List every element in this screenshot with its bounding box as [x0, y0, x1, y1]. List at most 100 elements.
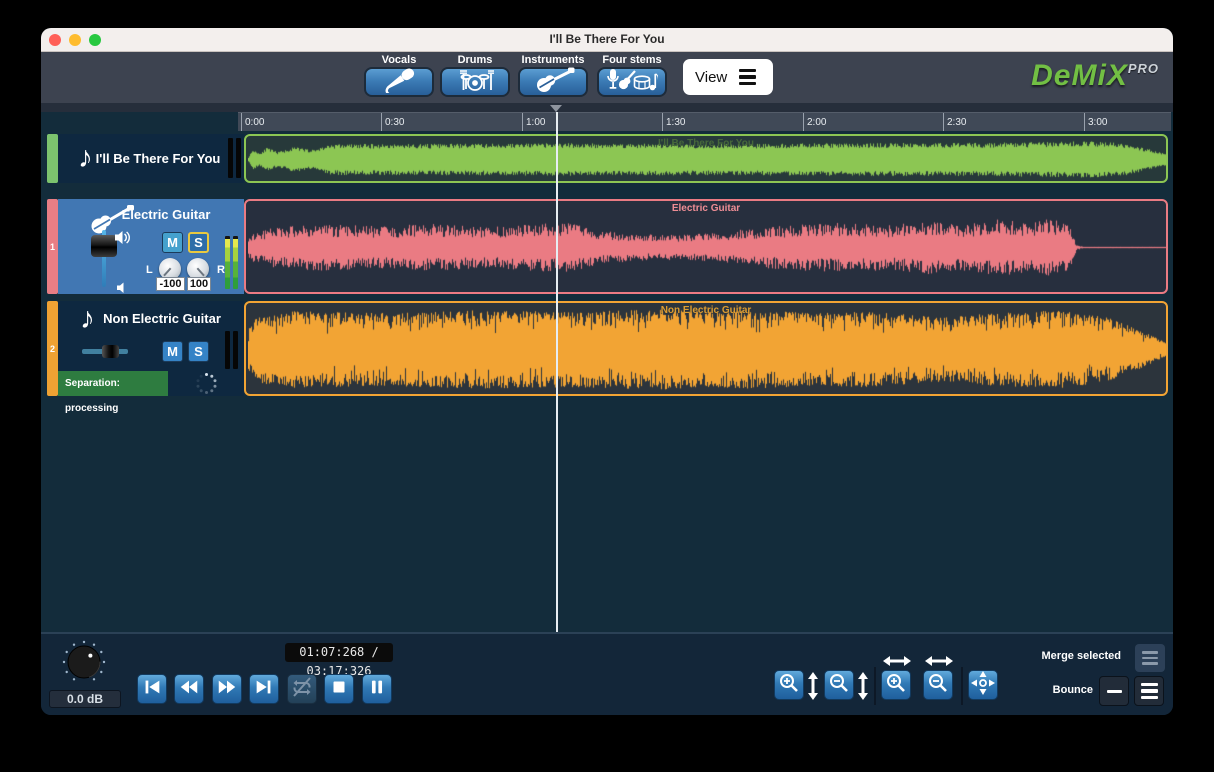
- logo-name: DeMiX: [1031, 59, 1128, 92]
- desktop-background: I'll Be There For You Vocals Drums: [0, 0, 1214, 772]
- clip-non-electric-guitar-label: Non Electric Guitar: [246, 305, 1166, 316]
- skip-to-start-icon: [141, 676, 163, 703]
- demix-pro-logo: DeMiXPRO: [1031, 59, 1159, 93]
- playhead-line[interactable]: [556, 112, 558, 632]
- track-non-electric-guitar: 2 ♪ Non Electric Guitar M S Separation: …: [47, 301, 1168, 396]
- pause-icon: [366, 676, 388, 703]
- ruler-tick: 1:00: [522, 113, 545, 132]
- track-master: ♪ I'll Be There For You I'll Be There Fo…: [47, 134, 1168, 183]
- stem-drums-label: Drums: [440, 54, 510, 66]
- microphone-icon: [377, 67, 421, 98]
- bounce-single-button[interactable]: [1099, 676, 1129, 706]
- track-2-title: Non Electric Guitar: [58, 311, 244, 326]
- view-menu-button[interactable]: View: [683, 59, 773, 95]
- stem-vocals: Vocals: [364, 54, 434, 97]
- four-stems-separation-button[interactable]: [597, 67, 667, 97]
- track-1-header[interactable]: Electric Guitar M: [58, 199, 244, 294]
- time-display: 01:07:268 / 03:17:326: [285, 643, 393, 662]
- track-2-header[interactable]: ♪ Non Electric Guitar M S: [58, 301, 244, 371]
- track-area: ♪ I'll Be There For You I'll Be There Fo…: [41, 131, 1173, 632]
- skip-to-end-icon: [253, 676, 275, 703]
- track-2-color-strip[interactable]: 2: [47, 301, 58, 396]
- track-2-number: 2: [50, 344, 55, 354]
- ruler-tick: 0:00: [241, 113, 264, 132]
- track-2-mute-button[interactable]: M: [162, 341, 183, 362]
- marker-strip[interactable]: [41, 103, 1173, 112]
- track-master-level-meter: [228, 138, 241, 178]
- track-electric-guitar: 1 Electric Guitar: [47, 199, 1168, 294]
- loop-icon: [290, 675, 314, 704]
- speaker-loud-icon: [114, 230, 130, 250]
- loop-button[interactable]: [287, 674, 317, 704]
- window-title: I'll Be There For You: [41, 32, 1173, 46]
- clip-non-electric-guitar[interactable]: Non Electric Guitar: [244, 301, 1168, 396]
- pan-left-label: L: [146, 264, 153, 276]
- track-1-color-strip[interactable]: 1: [47, 199, 58, 294]
- timeline-ruler[interactable]: 0:00 0:30 1:00 1:30 2:00 2:30 3:00: [238, 112, 1171, 131]
- zoom-in-icon: [777, 671, 801, 700]
- track-2-level-meter: [225, 331, 238, 369]
- ruler-tick: 1:30: [662, 113, 685, 132]
- track-2-solo-button[interactable]: S: [188, 341, 209, 362]
- zoom-in-icon: [884, 671, 908, 700]
- track-master-title: I'll Be There For You: [58, 151, 244, 166]
- menu-icon: [739, 69, 756, 85]
- track-1-solo-button[interactable]: S: [188, 232, 209, 253]
- zoom-out-vertical-button[interactable]: [824, 670, 854, 700]
- clip-electric-guitar-label: Electric Guitar: [246, 203, 1166, 214]
- rewind-button[interactable]: [174, 674, 204, 704]
- ruler-tick: 0:30: [381, 113, 404, 132]
- minus-icon: [1107, 690, 1122, 693]
- master-volume-value: 0.0 dB: [49, 690, 121, 708]
- drums-separation-button[interactable]: [440, 67, 510, 97]
- transport-bar: 0.0 dB 01:07:268 / 03:17:326: [41, 632, 1173, 715]
- ruler-row: 0:00 0:30 1:00 1:30 2:00 2:30 3:00: [41, 112, 1173, 131]
- rewind-icon: [178, 676, 200, 703]
- fast-forward-button[interactable]: [212, 674, 242, 704]
- track-1-pan-right-value[interactable]: 100: [187, 277, 211, 291]
- logo-suffix: PRO: [1128, 61, 1159, 76]
- ruler-tick: 2:00: [803, 113, 826, 132]
- zoom-in-horizontal-button[interactable]: [881, 670, 911, 700]
- track-1-title: Electric Guitar: [58, 207, 244, 222]
- zoom-out-horizontal-button[interactable]: [923, 670, 953, 700]
- clip-master[interactable]: I'll Be There For You: [244, 134, 1168, 183]
- track-master-color-strip[interactable]: [47, 134, 58, 183]
- waveform-non-electric-guitar: [248, 305, 1166, 394]
- merge-selected-label: Merge selected: [981, 650, 1121, 662]
- vocals-separation-button[interactable]: [364, 67, 434, 97]
- master-volume-knob[interactable]: [61, 639, 107, 690]
- playhead-marker-icon[interactable]: [550, 105, 562, 112]
- track-master-header[interactable]: ♪ I'll Be There For You: [58, 134, 244, 183]
- stem-vocals-label: Vocals: [364, 54, 434, 66]
- track-1-pan-left-value[interactable]: -100: [156, 277, 185, 291]
- guitar-icon: [531, 67, 575, 98]
- demix-pro-window: I'll Be There For You Vocals Drums: [41, 28, 1173, 715]
- solo-label: S: [194, 344, 203, 359]
- zoom-in-vertical-button[interactable]: [774, 670, 804, 700]
- stop-icon: [328, 676, 350, 703]
- track-2-volume-handle[interactable]: [102, 345, 119, 358]
- stem-four-stems: Four stems: [597, 54, 667, 97]
- ruler-tick: 3:00: [1084, 113, 1107, 132]
- separation-status-bar: Separation: processing: [58, 371, 244, 396]
- merge-selected-button[interactable]: [1135, 644, 1165, 672]
- fast-forward-icon: [216, 676, 238, 703]
- toolbar: Vocals Drums: [41, 52, 1173, 103]
- skip-to-end-button[interactable]: [249, 674, 279, 704]
- bounce-label: Bounce: [981, 684, 1093, 696]
- stop-button[interactable]: [324, 674, 354, 704]
- zoom-out-icon: [926, 671, 950, 700]
- instruments-separation-button[interactable]: [518, 67, 588, 97]
- speaker-quiet-icon: [116, 281, 128, 299]
- skip-to-start-button[interactable]: [137, 674, 167, 704]
- bounce-all-button[interactable]: [1134, 676, 1164, 706]
- pause-button[interactable]: [362, 674, 392, 704]
- clip-electric-guitar[interactable]: Electric Guitar: [244, 199, 1168, 294]
- spinner-icon: [194, 371, 219, 401]
- track-1-mute-button[interactable]: M: [162, 232, 183, 253]
- separation-spinner-area: [168, 371, 244, 396]
- divider: [961, 667, 963, 705]
- mute-label: M: [167, 344, 178, 359]
- stem-four-stems-label: Four stems: [597, 54, 667, 66]
